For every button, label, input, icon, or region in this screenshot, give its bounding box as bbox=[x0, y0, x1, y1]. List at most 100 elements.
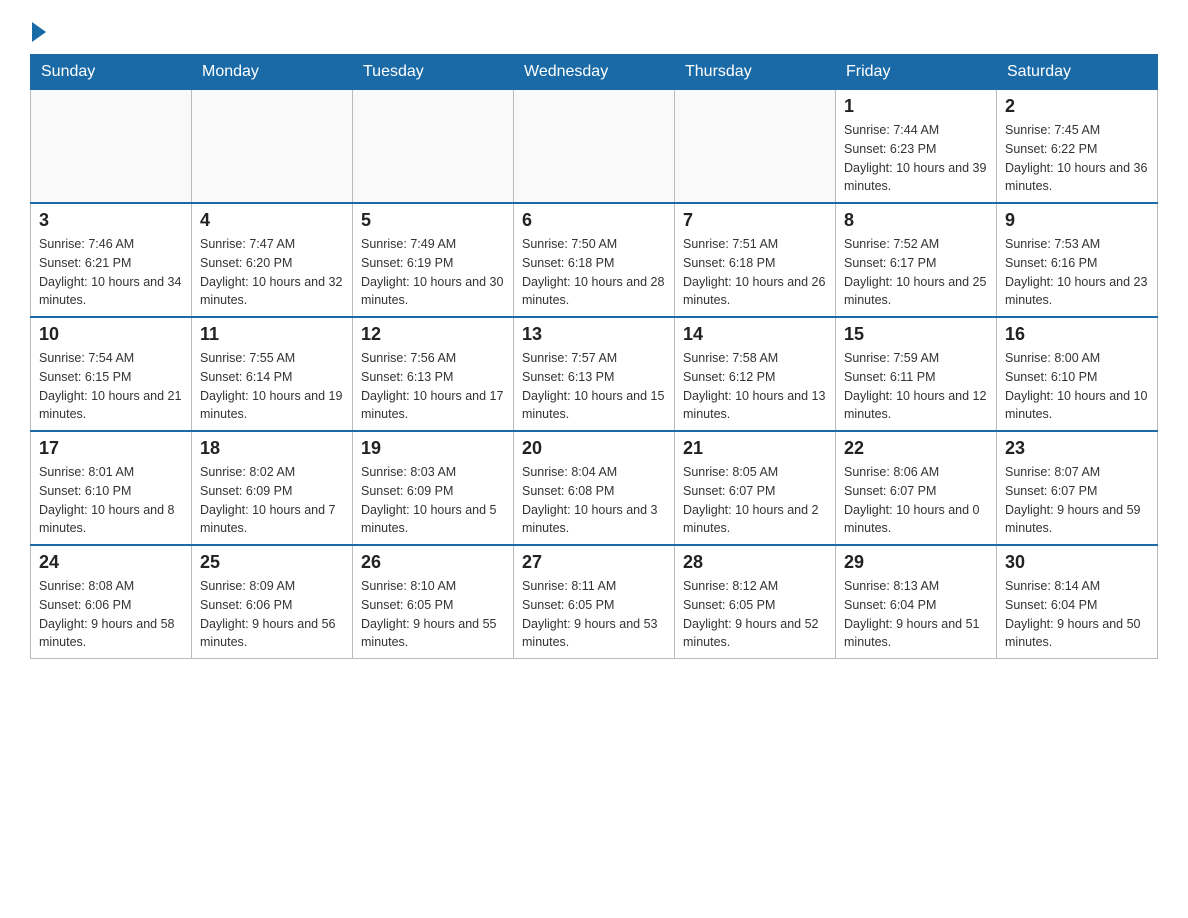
day-number: 18 bbox=[200, 438, 344, 459]
day-number: 14 bbox=[683, 324, 827, 345]
calendar-cell: 5 Sunrise: 7:49 AM Sunset: 6:19 PM Daylig… bbox=[353, 203, 514, 317]
day-info: Sunrise: 7:53 AM Sunset: 6:16 PM Dayligh… bbox=[1005, 235, 1149, 310]
weekday-header-monday: Monday bbox=[192, 55, 353, 90]
calendar-cell: 20 Sunrise: 8:04 AM Sunset: 6:08 PM Dayli… bbox=[514, 431, 675, 545]
day-info: Sunrise: 8:11 AM Sunset: 6:05 PM Dayligh… bbox=[522, 577, 666, 652]
day-info: Sunrise: 8:07 AM Sunset: 6:07 PM Dayligh… bbox=[1005, 463, 1149, 538]
day-number: 24 bbox=[39, 552, 183, 573]
day-number: 12 bbox=[361, 324, 505, 345]
calendar-cell: 7 Sunrise: 7:51 AM Sunset: 6:18 PM Daylig… bbox=[675, 203, 836, 317]
day-info: Sunrise: 8:05 AM Sunset: 6:07 PM Dayligh… bbox=[683, 463, 827, 538]
calendar-week-row: 24 Sunrise: 8:08 AM Sunset: 6:06 PM Dayli… bbox=[31, 545, 1158, 659]
calendar-cell: 8 Sunrise: 7:52 AM Sunset: 6:17 PM Daylig… bbox=[836, 203, 997, 317]
calendar-cell bbox=[192, 90, 353, 204]
calendar-week-row: 1 Sunrise: 7:44 AM Sunset: 6:23 PM Daylig… bbox=[31, 90, 1158, 204]
day-number: 20 bbox=[522, 438, 666, 459]
calendar-cell bbox=[675, 90, 836, 204]
day-info: Sunrise: 8:10 AM Sunset: 6:05 PM Dayligh… bbox=[361, 577, 505, 652]
calendar-cell: 29Sunrise: 8:13 AM Sunset: 6:04 PM Dayli… bbox=[836, 545, 997, 659]
day-info: Sunrise: 7:47 AM Sunset: 6:20 PM Dayligh… bbox=[200, 235, 344, 310]
calendar-cell: 15 Sunrise: 7:59 AM Sunset: 6:11 PM Dayli… bbox=[836, 317, 997, 431]
calendar-cell: 22 Sunrise: 8:06 AM Sunset: 6:07 PM Dayli… bbox=[836, 431, 997, 545]
calendar-cell: 14Sunrise: 7:58 AM Sunset: 6:12 PM Dayli… bbox=[675, 317, 836, 431]
calendar-cell: 9Sunrise: 7:53 AM Sunset: 6:16 PM Daylig… bbox=[997, 203, 1158, 317]
calendar-cell: 30Sunrise: 8:14 AM Sunset: 6:04 PM Dayli… bbox=[997, 545, 1158, 659]
day-number: 19 bbox=[361, 438, 505, 459]
day-info: Sunrise: 7:56 AM Sunset: 6:13 PM Dayligh… bbox=[361, 349, 505, 424]
day-info: Sunrise: 7:45 AM Sunset: 6:22 PM Dayligh… bbox=[1005, 121, 1149, 196]
calendar-cell: 2 Sunrise: 7:45 AM Sunset: 6:22 PM Daylig… bbox=[997, 90, 1158, 204]
day-number: 3 bbox=[39, 210, 183, 231]
day-number: 29 bbox=[844, 552, 988, 573]
day-number: 5 bbox=[361, 210, 505, 231]
day-info: Sunrise: 7:59 AM Sunset: 6:11 PM Dayligh… bbox=[844, 349, 988, 424]
calendar-cell: 11 Sunrise: 7:55 AM Sunset: 6:14 PM Dayli… bbox=[192, 317, 353, 431]
weekday-header-wednesday: Wednesday bbox=[514, 55, 675, 90]
day-number: 15 bbox=[844, 324, 988, 345]
weekday-header-tuesday: Tuesday bbox=[353, 55, 514, 90]
day-info: Sunrise: 7:44 AM Sunset: 6:23 PM Dayligh… bbox=[844, 121, 988, 196]
day-number: 30 bbox=[1005, 552, 1149, 573]
calendar-cell: 1 Sunrise: 7:44 AM Sunset: 6:23 PM Daylig… bbox=[836, 90, 997, 204]
day-info: Sunrise: 7:50 AM Sunset: 6:18 PM Dayligh… bbox=[522, 235, 666, 310]
day-number: 16 bbox=[1005, 324, 1149, 345]
calendar-cell: 28 Sunrise: 8:12 AM Sunset: 6:05 PM Dayli… bbox=[675, 545, 836, 659]
calendar-cell bbox=[353, 90, 514, 204]
weekday-header-thursday: Thursday bbox=[675, 55, 836, 90]
calendar-cell: 27Sunrise: 8:11 AM Sunset: 6:05 PM Dayli… bbox=[514, 545, 675, 659]
day-number: 6 bbox=[522, 210, 666, 231]
day-number: 23 bbox=[1005, 438, 1149, 459]
day-number: 22 bbox=[844, 438, 988, 459]
calendar-cell: 25 Sunrise: 8:09 AM Sunset: 6:06 PM Dayli… bbox=[192, 545, 353, 659]
calendar-cell: 17 Sunrise: 8:01 AM Sunset: 6:10 PM Dayli… bbox=[31, 431, 192, 545]
day-info: Sunrise: 8:12 AM Sunset: 6:05 PM Dayligh… bbox=[683, 577, 827, 652]
calendar-cell: 3 Sunrise: 7:46 AM Sunset: 6:21 PM Daylig… bbox=[31, 203, 192, 317]
day-number: 28 bbox=[683, 552, 827, 573]
day-info: Sunrise: 8:09 AM Sunset: 6:06 PM Dayligh… bbox=[200, 577, 344, 652]
day-info: Sunrise: 7:55 AM Sunset: 6:14 PM Dayligh… bbox=[200, 349, 344, 424]
calendar-week-row: 3 Sunrise: 7:46 AM Sunset: 6:21 PM Daylig… bbox=[31, 203, 1158, 317]
weekday-header-sunday: Sunday bbox=[31, 55, 192, 90]
day-number: 21 bbox=[683, 438, 827, 459]
day-info: Sunrise: 7:46 AM Sunset: 6:21 PM Dayligh… bbox=[39, 235, 183, 310]
logo bbox=[30, 20, 46, 38]
calendar-cell: 19 Sunrise: 8:03 AM Sunset: 6:09 PM Dayli… bbox=[353, 431, 514, 545]
day-info: Sunrise: 7:54 AM Sunset: 6:15 PM Dayligh… bbox=[39, 349, 183, 424]
day-number: 11 bbox=[200, 324, 344, 345]
calendar-cell: 13Sunrise: 7:57 AM Sunset: 6:13 PM Dayli… bbox=[514, 317, 675, 431]
day-info: Sunrise: 8:03 AM Sunset: 6:09 PM Dayligh… bbox=[361, 463, 505, 538]
day-number: 8 bbox=[844, 210, 988, 231]
calendar-cell: 10 Sunrise: 7:54 AM Sunset: 6:15 PM Dayli… bbox=[31, 317, 192, 431]
calendar-cell bbox=[31, 90, 192, 204]
calendar-cell bbox=[514, 90, 675, 204]
day-info: Sunrise: 8:00 AM Sunset: 6:10 PM Dayligh… bbox=[1005, 349, 1149, 424]
day-info: Sunrise: 8:02 AM Sunset: 6:09 PM Dayligh… bbox=[200, 463, 344, 538]
day-number: 10 bbox=[39, 324, 183, 345]
calendar-cell: 24 Sunrise: 8:08 AM Sunset: 6:06 PM Dayli… bbox=[31, 545, 192, 659]
day-info: Sunrise: 8:04 AM Sunset: 6:08 PM Dayligh… bbox=[522, 463, 666, 538]
day-number: 7 bbox=[683, 210, 827, 231]
day-info: Sunrise: 7:57 AM Sunset: 6:13 PM Dayligh… bbox=[522, 349, 666, 424]
day-info: Sunrise: 8:08 AM Sunset: 6:06 PM Dayligh… bbox=[39, 577, 183, 652]
calendar-cell: 6 Sunrise: 7:50 AM Sunset: 6:18 PM Daylig… bbox=[514, 203, 675, 317]
calendar-week-row: 17 Sunrise: 8:01 AM Sunset: 6:10 PM Dayli… bbox=[31, 431, 1158, 545]
day-number: 26 bbox=[361, 552, 505, 573]
day-number: 2 bbox=[1005, 96, 1149, 117]
calendar-table: SundayMondayTuesdayWednesdayThursdayFrid… bbox=[30, 54, 1158, 659]
day-number: 25 bbox=[200, 552, 344, 573]
calendar-cell: 18 Sunrise: 8:02 AM Sunset: 6:09 PM Dayli… bbox=[192, 431, 353, 545]
weekday-header-friday: Friday bbox=[836, 55, 997, 90]
logo-triangle-icon bbox=[32, 22, 46, 42]
day-info: Sunrise: 8:01 AM Sunset: 6:10 PM Dayligh… bbox=[39, 463, 183, 538]
calendar-week-row: 10 Sunrise: 7:54 AM Sunset: 6:15 PM Dayli… bbox=[31, 317, 1158, 431]
calendar-cell: 21 Sunrise: 8:05 AM Sunset: 6:07 PM Dayli… bbox=[675, 431, 836, 545]
calendar-cell: 12 Sunrise: 7:56 AM Sunset: 6:13 PM Dayli… bbox=[353, 317, 514, 431]
day-number: 4 bbox=[200, 210, 344, 231]
day-number: 1 bbox=[844, 96, 988, 117]
day-number: 17 bbox=[39, 438, 183, 459]
day-info: Sunrise: 7:52 AM Sunset: 6:17 PM Dayligh… bbox=[844, 235, 988, 310]
day-info: Sunrise: 7:51 AM Sunset: 6:18 PM Dayligh… bbox=[683, 235, 827, 310]
calendar-cell: 4 Sunrise: 7:47 AM Sunset: 6:20 PM Daylig… bbox=[192, 203, 353, 317]
day-info: Sunrise: 7:49 AM Sunset: 6:19 PM Dayligh… bbox=[361, 235, 505, 310]
day-info: Sunrise: 8:06 AM Sunset: 6:07 PM Dayligh… bbox=[844, 463, 988, 538]
